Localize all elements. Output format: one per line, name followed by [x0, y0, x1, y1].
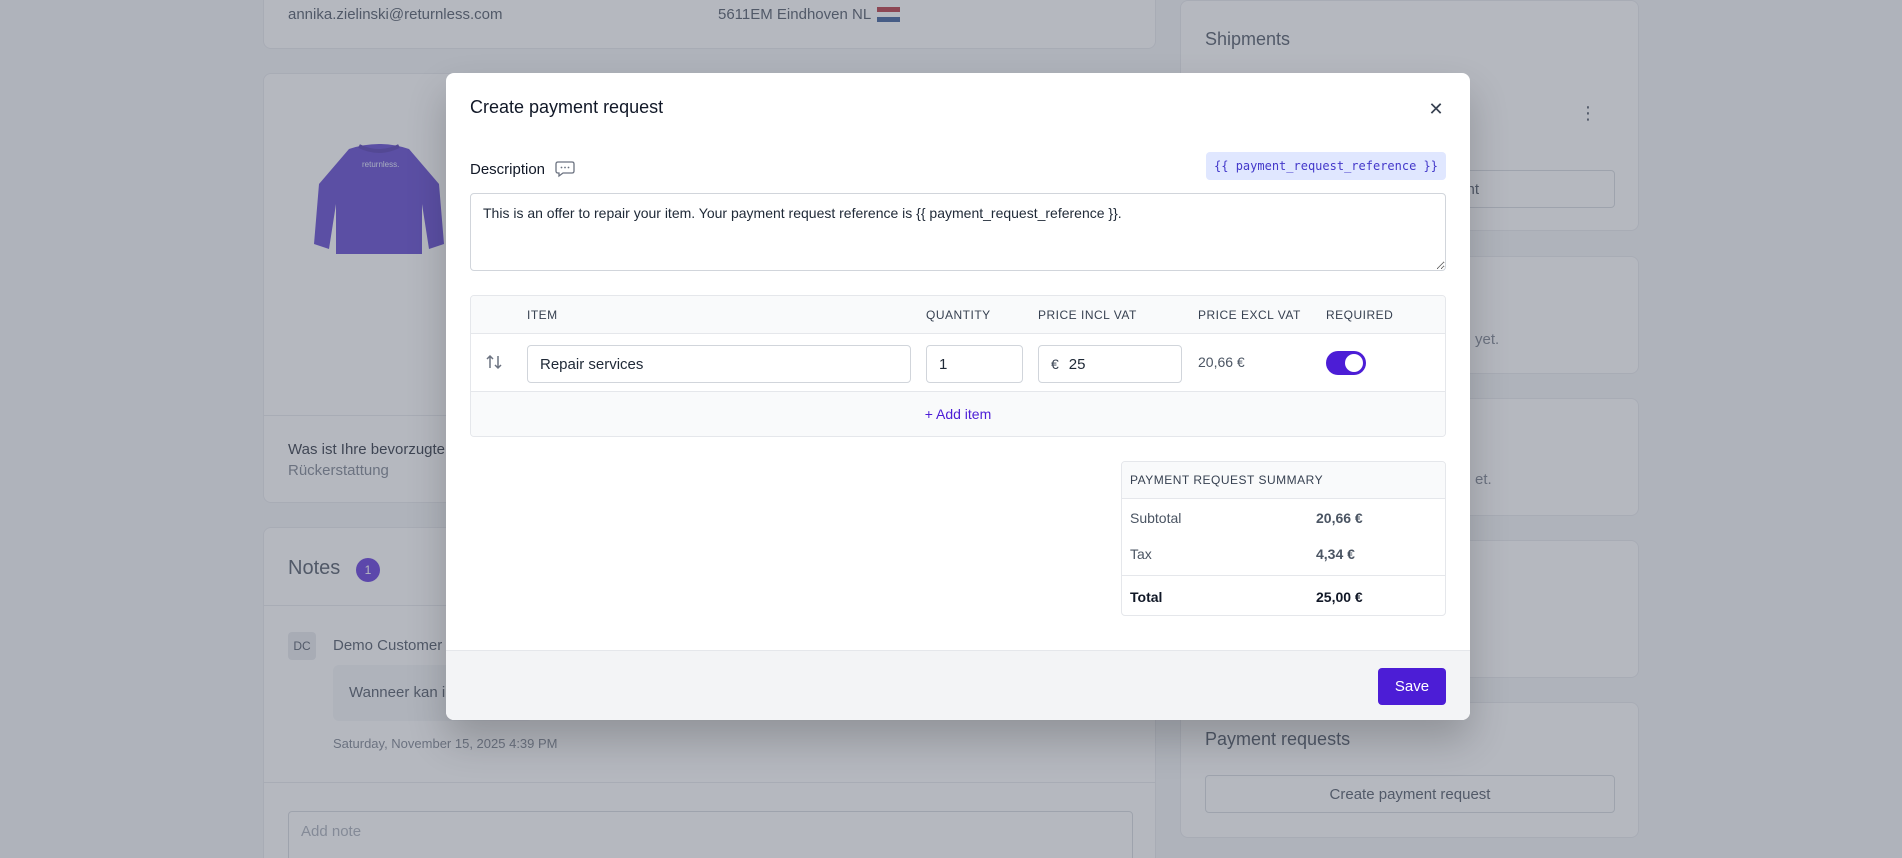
price-incl-input[interactable] — [1058, 355, 1159, 373]
summary-tax-row: Tax 4,34 € — [1122, 535, 1445, 571]
currency-symbol: € — [1051, 356, 1059, 372]
payment-summary: PAYMENT REQUEST SUMMARY Subtotal 20,66 €… — [1121, 461, 1446, 616]
items-table: ITEM QUANTITY PRICE INCL VAT PRICE EXCL … — [470, 295, 1446, 437]
header-item: ITEM — [527, 308, 558, 322]
header-quantity: QUANTITY — [926, 308, 991, 322]
price-incl-field[interactable]: € — [1038, 345, 1182, 383]
summary-total-row: Total 25,00 € — [1122, 575, 1445, 615]
quantity-input[interactable] — [926, 345, 1023, 383]
required-toggle[interactable] — [1326, 351, 1366, 375]
save-button[interactable]: Save — [1378, 668, 1446, 705]
table-row: € 20,66 € — [471, 334, 1445, 392]
table-header: ITEM QUANTITY PRICE INCL VAT PRICE EXCL … — [471, 296, 1445, 334]
summary-title: PAYMENT REQUEST SUMMARY — [1122, 462, 1445, 499]
create-payment-request-modal: Create payment request ✕ Description {{ … — [446, 73, 1470, 720]
tax-value: 4,34 € — [1316, 546, 1355, 562]
description-textarea[interactable] — [470, 193, 1446, 271]
header-required: REQUIRED — [1326, 308, 1394, 322]
description-label-row: Description — [470, 160, 575, 178]
chat-bubble-icon[interactable] — [555, 160, 575, 178]
variable-chip[interactable]: {{ payment_request_reference }} — [1206, 152, 1446, 180]
item-name-input[interactable] — [527, 345, 911, 383]
price-excl-value: 20,66 € — [1198, 354, 1245, 370]
header-price-incl: PRICE INCL VAT — [1038, 308, 1137, 322]
sort-handle-icon[interactable] — [485, 352, 503, 372]
header-price-excl: PRICE EXCL VAT — [1198, 308, 1301, 322]
modal-footer: Save — [446, 650, 1470, 720]
total-value: 25,00 € — [1316, 589, 1363, 605]
subtotal-value: 20,66 € — [1316, 510, 1363, 526]
tax-label: Tax — [1130, 546, 1152, 562]
summary-subtotal-row: Subtotal 20,66 € — [1122, 499, 1445, 535]
description-label: Description — [470, 160, 546, 178]
close-icon[interactable]: ✕ — [1426, 99, 1446, 119]
toggle-knob — [1345, 354, 1363, 372]
total-label: Total — [1130, 589, 1163, 605]
add-item-button[interactable]: + Add item — [471, 392, 1445, 436]
modal-title: Create payment request — [470, 97, 664, 117]
subtotal-label: Subtotal — [1130, 510, 1182, 526]
